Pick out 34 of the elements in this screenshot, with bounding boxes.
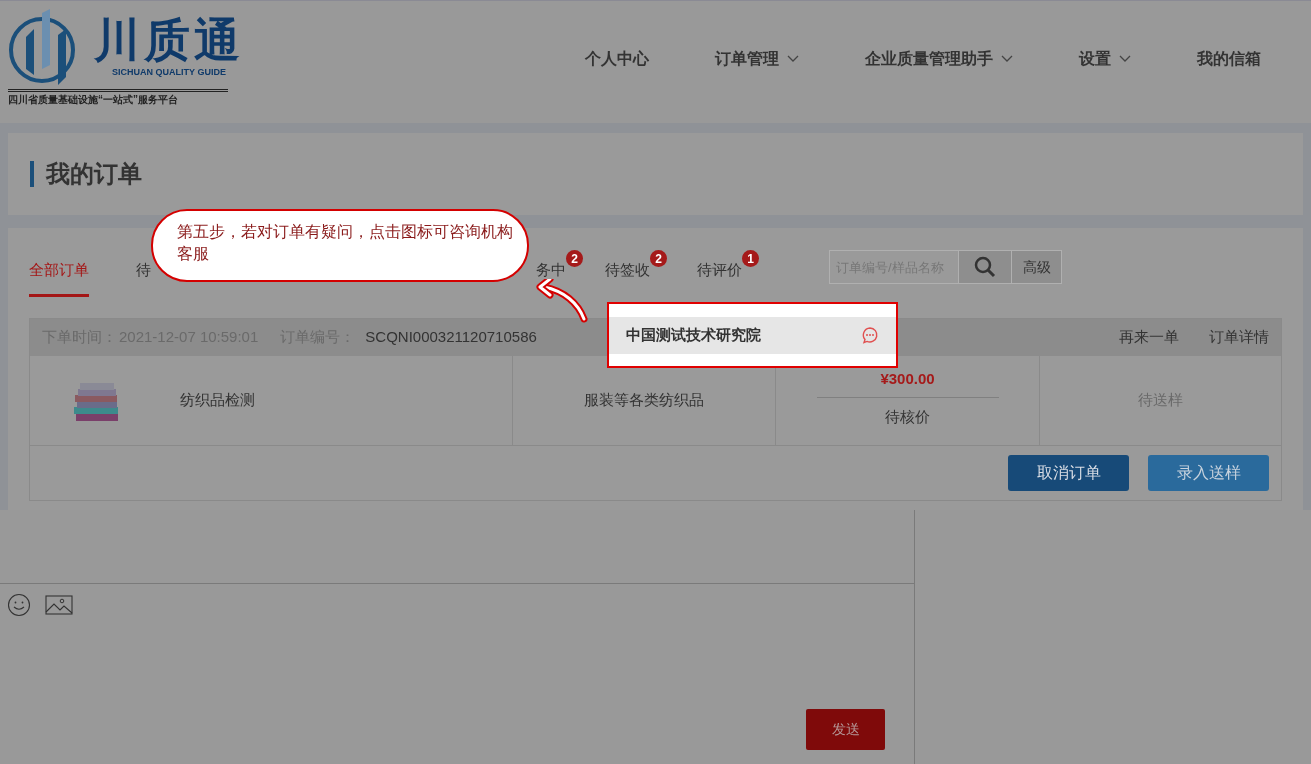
- logo-name: 川质通: [94, 14, 244, 67]
- logo-subtitle: SICHUAN QUALITY GUIDE: [111, 66, 227, 80]
- submit-sample-button[interactable]: 录入送样: [1148, 455, 1269, 491]
- emoji-icon[interactable]: [7, 593, 31, 617]
- send-button[interactable]: 发送: [806, 709, 885, 750]
- price-status: 待核价: [885, 406, 930, 427]
- image-icon[interactable]: [45, 595, 73, 615]
- nav-item[interactable]: 我的信箱: [1197, 47, 1261, 71]
- search-icon: [974, 256, 996, 278]
- curved-arrow: [534, 279, 590, 323]
- order-tab[interactable]: 务中: [536, 248, 566, 282]
- advanced-button[interactable]: 高级: [1012, 250, 1062, 284]
- product-name: 纺织品检测: [180, 390, 255, 411]
- count-badge: 2: [650, 250, 667, 267]
- nav-item[interactable]: 订单管理: [715, 47, 799, 71]
- agency-name: 中国测试技术研究院: [626, 324, 761, 345]
- cancel-order-button[interactable]: 取消订单: [1008, 455, 1129, 491]
- step-tooltip: 第五步，若对订单有疑问，点击图标可咨询机构客服: [151, 209, 529, 282]
- search-button[interactable]: [959, 250, 1012, 284]
- order-tab[interactable]: 待签收: [605, 248, 650, 282]
- nav-item[interactable]: 设置: [1079, 47, 1131, 71]
- count-badge: 1: [742, 250, 759, 267]
- order-tab[interactable]: 待评价: [697, 248, 742, 282]
- order-tab[interactable]: 全部订单: [29, 248, 89, 297]
- logo-slogan: 四川省质量基础设施“一站式”服务平台: [8, 89, 228, 107]
- order-number: SCQNI000321120710586: [365, 327, 537, 348]
- nav-item[interactable]: 企业质量管理助手: [865, 47, 1013, 71]
- order-action-link[interactable]: 再来一单: [1119, 326, 1179, 349]
- nav-item[interactable]: 个人中心: [585, 47, 649, 71]
- chat-icon[interactable]: [861, 326, 879, 344]
- order-tab[interactable]: 待: [136, 248, 151, 282]
- order-action-link[interactable]: 订单详情: [1209, 326, 1269, 349]
- count-badge: 2: [566, 250, 583, 267]
- page-title: 我的订单: [46, 159, 142, 189]
